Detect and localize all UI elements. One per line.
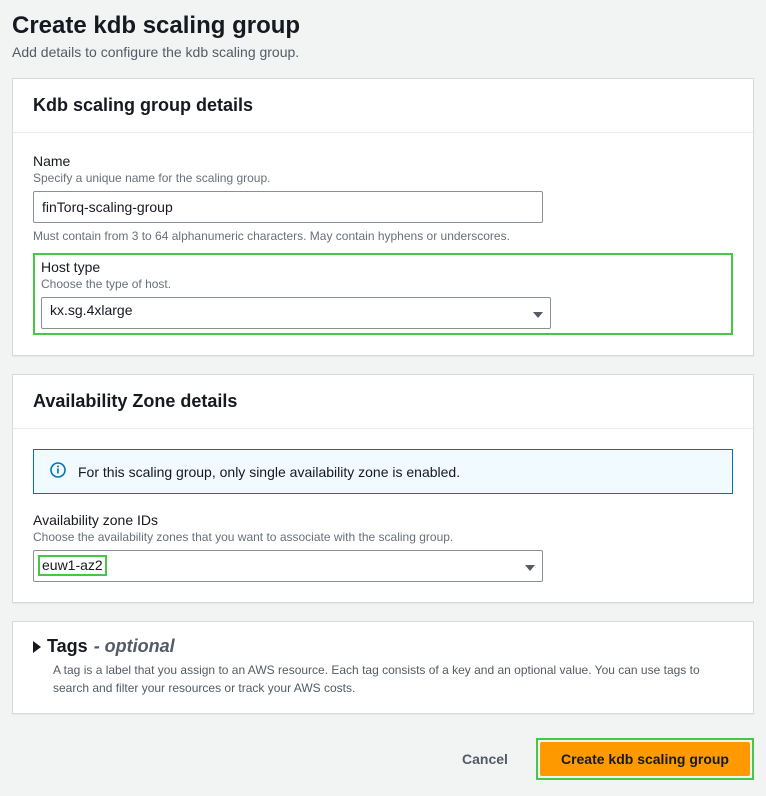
name-field: Name Specify a unique name for the scali… bbox=[33, 153, 733, 243]
footer: Cancel Create kdb scaling group bbox=[12, 732, 754, 784]
tags-panel: Tags - optional A tag is a label that yo… bbox=[12, 621, 754, 714]
tags-panel-body: Tags - optional A tag is a label that yo… bbox=[13, 622, 753, 713]
host-type-hint: Choose the type of host. bbox=[41, 277, 725, 291]
page-subtitle: Add details to configure the kdb scaling… bbox=[12, 44, 754, 60]
az-panel-body: For this scaling group, only single avai… bbox=[13, 429, 753, 602]
az-panel-title: Availability Zone details bbox=[33, 391, 733, 412]
az-ids-select[interactable]: euw1-az2 bbox=[33, 550, 543, 582]
name-input[interactable] bbox=[33, 191, 543, 223]
az-info-box: For this scaling group, only single avai… bbox=[33, 449, 733, 494]
details-panel-body: Name Specify a unique name for the scali… bbox=[13, 133, 753, 355]
host-type-field: Host type Choose the type of host. kx.sg… bbox=[41, 259, 725, 329]
name-constraint: Must contain from 3 to 64 alphanumeric c… bbox=[33, 229, 733, 243]
az-ids-select-wrap: euw1-az2 bbox=[33, 550, 543, 582]
tags-expand-row[interactable]: Tags - optional bbox=[33, 636, 733, 657]
name-label: Name bbox=[33, 153, 733, 169]
host-type-select[interactable]: kx.sg.4xlarge bbox=[41, 297, 551, 329]
tags-optional: - optional bbox=[94, 636, 175, 657]
tags-description: A tag is a label that you assign to an A… bbox=[33, 661, 733, 697]
page-title: Create kdb scaling group bbox=[12, 12, 754, 40]
host-type-select-wrap: kx.sg.4xlarge bbox=[41, 297, 551, 329]
az-panel: Availability Zone details For this scali… bbox=[12, 374, 754, 603]
details-panel-header: Kdb scaling group details bbox=[13, 79, 753, 133]
az-ids-value-highlight: euw1-az2 bbox=[38, 555, 107, 576]
host-type-label: Host type bbox=[41, 259, 725, 275]
create-scaling-group-button[interactable]: Create kdb scaling group bbox=[540, 742, 750, 776]
az-ids-hint: Choose the availability zones that you w… bbox=[33, 530, 733, 544]
az-ids-label: Availability zone IDs bbox=[33, 512, 733, 528]
details-panel-title: Kdb scaling group details bbox=[33, 95, 733, 116]
az-panel-header: Availability Zone details bbox=[13, 375, 753, 429]
az-info-text: For this scaling group, only single avai… bbox=[78, 464, 460, 480]
caret-right-icon bbox=[33, 641, 41, 653]
host-type-highlight: Host type Choose the type of host. kx.sg… bbox=[33, 253, 733, 335]
info-icon bbox=[50, 462, 66, 481]
az-ids-field: Availability zone IDs Choose the availab… bbox=[33, 512, 733, 582]
submit-highlight: Create kdb scaling group bbox=[536, 738, 754, 780]
details-panel: Kdb scaling group details Name Specify a… bbox=[12, 78, 754, 356]
tags-title: Tags bbox=[47, 636, 88, 657]
name-hint: Specify a unique name for the scaling gr… bbox=[33, 171, 733, 185]
